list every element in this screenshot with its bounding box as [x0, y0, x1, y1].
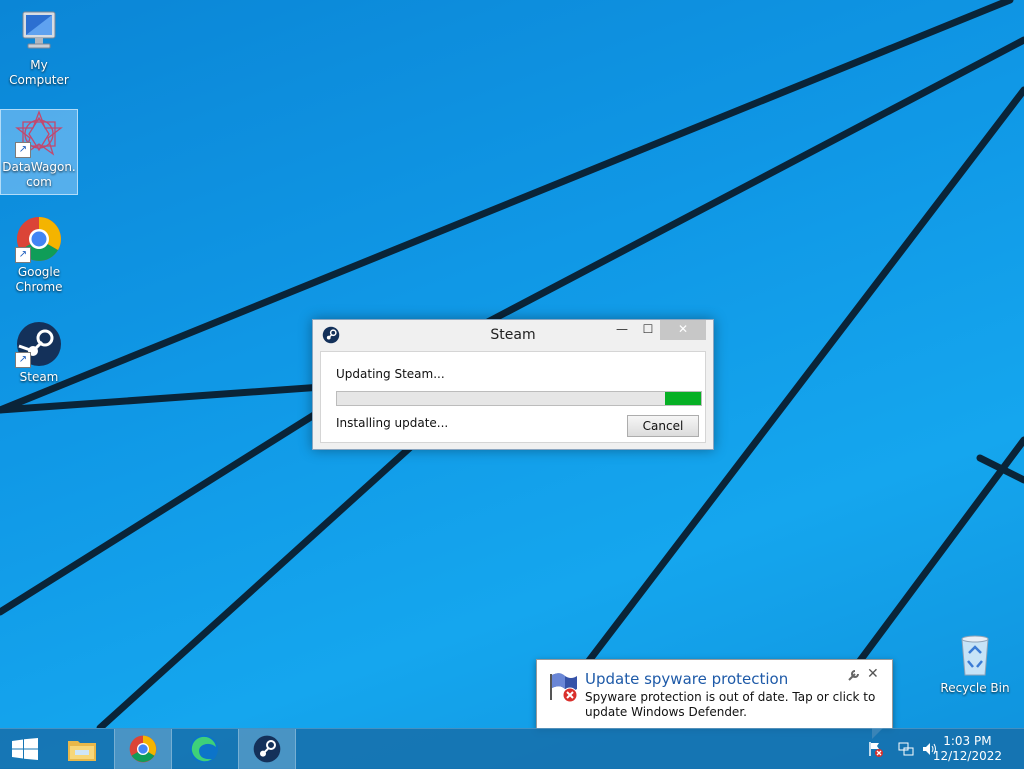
status-text-updating: Updating Steam...: [336, 367, 445, 381]
computer-icon: [15, 8, 63, 56]
shortcut-arrow-icon: ↗: [15, 352, 31, 368]
desktop-icon-my-computer[interactable]: My Computer: [1, 8, 77, 88]
minimize-button[interactable]: —: [611, 320, 633, 340]
desktop-icon-label: Steam: [19, 370, 59, 384]
security-flag-error-icon: [547, 670, 581, 704]
steam-icon: [253, 735, 281, 763]
notification-close-icon[interactable]: ✕: [867, 666, 881, 682]
wrench-icon[interactable]: [847, 668, 861, 682]
clock-time: 1:03 PM: [943, 734, 992, 748]
spyware-notification-balloon[interactable]: Update spyware protection Spyware protec…: [536, 659, 893, 729]
taskbar: 1:03 PM 12/12/2022: [0, 728, 1024, 769]
progress-bar: [336, 391, 702, 406]
dialog-content: Updating Steam... Installing update... C…: [320, 351, 706, 443]
taskbar-chrome[interactable]: [114, 729, 172, 769]
maximize-button[interactable]: ☐: [637, 320, 659, 340]
status-text-installing: Installing update...: [336, 416, 449, 430]
cancel-button[interactable]: Cancel: [627, 415, 699, 437]
shortcut-arrow-icon: ↗: [15, 142, 31, 158]
chrome-icon: ↗: [15, 215, 63, 263]
desktop-icon-recycle-bin[interactable]: Recycle Bin: [937, 631, 1013, 696]
edge-icon: [190, 735, 218, 763]
taskbar-edge[interactable]: [176, 729, 232, 769]
desktop-icon-google-chrome[interactable]: ↗ Google Chrome: [1, 215, 77, 295]
clock-date: 12/12/2022: [932, 749, 1002, 763]
windows-logo-icon: [12, 738, 38, 760]
notification-body: Spyware protection is out of date. Tap o…: [585, 690, 876, 719]
action-center-flag-icon[interactable]: [868, 741, 884, 757]
progress-bar-fill: [664, 392, 701, 405]
window-titlebar[interactable]: Steam — ☐ ✕: [313, 320, 713, 350]
desktop-icon-label: My Computer: [9, 58, 69, 87]
recycle-bin-icon: [951, 631, 999, 679]
desktop-icon-label: DataWagon.com: [2, 160, 76, 189]
datawagon-logo-icon: ↗: [15, 110, 63, 158]
desktop-icon-label: Recycle Bin: [940, 681, 1010, 695]
taskbar-steam[interactable]: [238, 729, 296, 769]
close-button[interactable]: ✕: [660, 320, 706, 340]
network-icon[interactable]: [898, 741, 914, 757]
shortcut-arrow-icon: ↗: [15, 247, 31, 263]
start-button[interactable]: [0, 729, 50, 769]
taskbar-clock[interactable]: 1:03 PM 12/12/2022: [933, 734, 1002, 764]
chrome-icon: [129, 735, 157, 763]
notification-title: Update spyware protection: [585, 670, 789, 688]
steam-icon: ↗: [15, 320, 63, 368]
desktop-icon-steam[interactable]: ↗ Steam: [1, 320, 77, 385]
taskbar-file-explorer[interactable]: [54, 729, 110, 769]
desktop-icon-datawagon[interactable]: ↗ DataWagon.com: [0, 109, 78, 195]
steam-update-window: Steam — ☐ ✕ Updating Steam... Installing…: [312, 319, 714, 450]
desktop-icon-label: Google Chrome: [15, 265, 63, 294]
folder-icon: [68, 741, 96, 761]
